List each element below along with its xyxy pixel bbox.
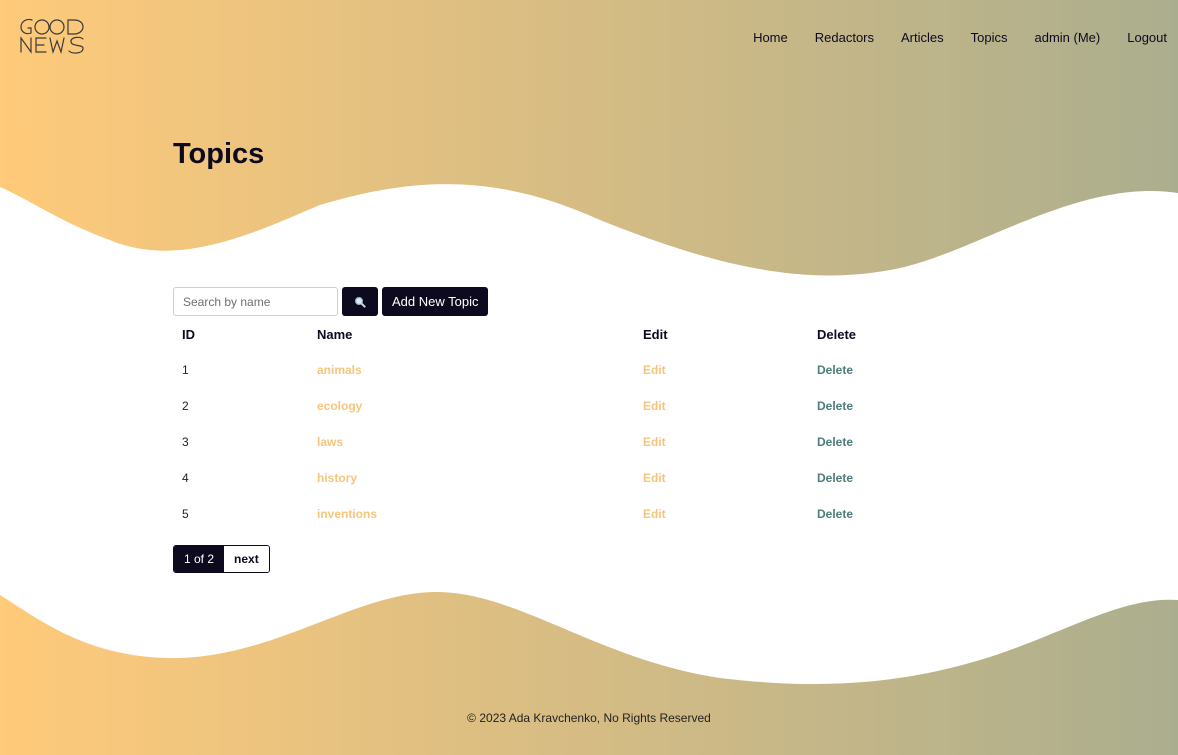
topic-id: 4 xyxy=(182,471,189,485)
topic-id: 2 xyxy=(182,399,189,413)
main-nav: Home Redactors Articles Topics admin (Me… xyxy=(726,30,1167,45)
topic-name-link[interactable]: laws xyxy=(317,435,343,449)
table-row: 5 inventions Edit Delete xyxy=(173,496,917,532)
topic-name-link[interactable]: ecology xyxy=(317,399,362,413)
table-header-row: ID Name Edit Delete xyxy=(173,316,917,352)
delete-link[interactable]: Delete xyxy=(817,399,853,413)
nav-redactors[interactable]: Redactors xyxy=(815,30,874,45)
good-news-logo[interactable] xyxy=(20,17,86,55)
nav-articles[interactable]: Articles xyxy=(901,30,944,45)
page-title: Topics xyxy=(173,138,265,170)
search-button[interactable] xyxy=(342,287,378,316)
search-input[interactable] xyxy=(173,287,338,316)
topic-name-link[interactable]: animals xyxy=(317,363,362,377)
edit-link[interactable]: Edit xyxy=(643,471,666,485)
column-header-delete: Delete xyxy=(817,326,857,342)
edit-link[interactable]: Edit xyxy=(643,363,666,377)
page: Home Redactors Articles Topics admin (Me… xyxy=(0,0,1178,755)
delete-link[interactable]: Delete xyxy=(817,471,853,485)
edit-link[interactable]: Edit xyxy=(643,399,666,413)
footer-copyright: © 2023 Ada Kravchenko, No Rights Reserve… xyxy=(467,711,711,725)
topics-table: ID Name Edit Delete 1 animals Edit Delet… xyxy=(173,316,917,532)
pagination: 1 of 2 next xyxy=(173,545,270,573)
column-header-edit: Edit xyxy=(643,326,668,342)
table-row: 4 history Edit Delete xyxy=(173,460,917,496)
table-row: 2 ecology Edit Delete xyxy=(173,388,917,424)
column-header-id: ID xyxy=(182,326,195,342)
delete-link[interactable]: Delete xyxy=(817,363,853,377)
delete-link[interactable]: Delete xyxy=(817,435,853,449)
nav-profile[interactable]: admin (Me) xyxy=(1034,30,1100,45)
footer-wave xyxy=(0,591,1178,755)
topic-name-link[interactable]: history xyxy=(317,471,357,485)
nav-logout[interactable]: Logout xyxy=(1127,30,1167,45)
toolbar: Add New Topic xyxy=(173,287,489,316)
column-header-name: Name xyxy=(317,326,353,342)
topic-id: 3 xyxy=(182,435,189,449)
topic-id: 1 xyxy=(182,363,189,377)
table-row: 1 animals Edit Delete xyxy=(173,352,917,388)
topic-id: 5 xyxy=(182,507,189,521)
table-row: 3 laws Edit Delete xyxy=(173,424,917,460)
edit-link[interactable]: Edit xyxy=(643,435,666,449)
nav-topics[interactable]: Topics xyxy=(971,30,1008,45)
delete-link[interactable]: Delete xyxy=(817,507,853,521)
page-indicator: 1 of 2 xyxy=(174,546,225,572)
nav-home[interactable]: Home xyxy=(753,30,788,45)
search-icon xyxy=(354,296,366,308)
topic-name-link[interactable]: inventions xyxy=(317,507,377,521)
next-page-button[interactable]: next xyxy=(224,546,269,572)
edit-link[interactable]: Edit xyxy=(643,507,666,521)
add-topic-button[interactable]: Add New Topic xyxy=(382,287,489,316)
